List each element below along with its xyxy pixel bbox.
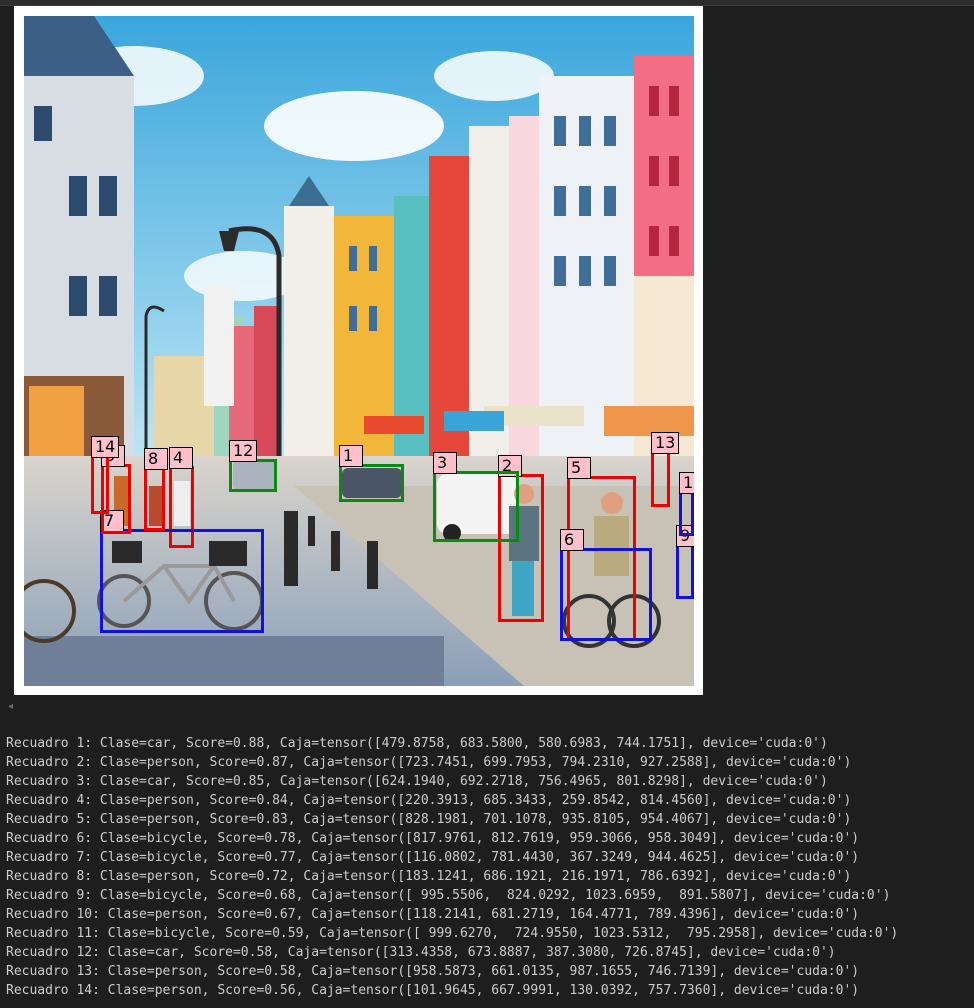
detection-box-bicycle: 7	[100, 510, 264, 633]
detection-box-bicycle: 1	[679, 472, 694, 536]
output-line: Recuadro 3: Clase=car, Score=0.85, Caja=…	[6, 774, 828, 789]
detection-label: 13	[651, 432, 680, 454]
output-line: Recuadro 8: Clase=person, Score=0.72, Ca…	[6, 869, 852, 884]
detection-label: 14	[91, 436, 120, 458]
detection-box-bicycle: 6	[560, 529, 652, 641]
detection-box-car: 1	[339, 445, 404, 502]
detection-box-person: 13	[651, 432, 680, 507]
output-line: Recuadro 4: Clase=person, Score=0.84, Ca…	[6, 793, 852, 808]
detection-label: 8	[144, 448, 168, 470]
detection-label: 5	[567, 457, 591, 479]
detection-box-bicycle: 9	[676, 525, 694, 599]
detection-label: 1	[339, 445, 363, 467]
output-line: Recuadro 9: Clase=bicycle, Score=0.68, C…	[6, 888, 891, 903]
output-line: Recuadro 7: Clase=bicycle, Score=0.77, C…	[6, 850, 860, 865]
output-line: Recuadro 10: Clase=person, Score=0.67, C…	[6, 907, 860, 922]
output-line: Recuadro 1: Clase=car, Score=0.88, Caja=…	[6, 736, 828, 751]
detection-box-person: 8	[144, 448, 168, 531]
output-image: 12345678901121314	[14, 6, 703, 695]
detection-box-car: 12	[229, 440, 277, 492]
detection-label: 12	[229, 440, 258, 462]
output-line: Recuadro 11: Clase=bicycle, Score=0.59, …	[6, 926, 899, 941]
detection-label: 4	[169, 447, 193, 469]
output-line: Recuadro 2: Clase=person, Score=0.87, Ca…	[6, 755, 852, 770]
detection-label: 3	[433, 452, 457, 474]
cell-output-text: Recuadro 1: Clase=car, Score=0.88, Caja=…	[6, 734, 898, 1000]
output-line: Recuadro 12: Clase=car, Score=0.58, Caja…	[6, 945, 836, 960]
output-line: Recuadro 13: Clase=person, Score=0.58, C…	[6, 964, 860, 979]
output-line: Recuadro 6: Clase=bicycle, Score=0.78, C…	[6, 831, 860, 846]
detection-box-person: 14	[91, 436, 120, 514]
street-scene-image: 12345678901121314	[24, 16, 694, 686]
detection-label: 6	[560, 529, 584, 551]
scroll-left-icon[interactable]: ◂	[8, 701, 13, 712]
output-line: Recuadro 5: Clase=person, Score=0.83, Ca…	[6, 812, 852, 827]
detection-label: 1	[679, 472, 694, 494]
detection-box-car: 3	[433, 452, 519, 542]
output-line: Recuadro 14: Clase=person, Score=0.56, C…	[6, 983, 860, 998]
